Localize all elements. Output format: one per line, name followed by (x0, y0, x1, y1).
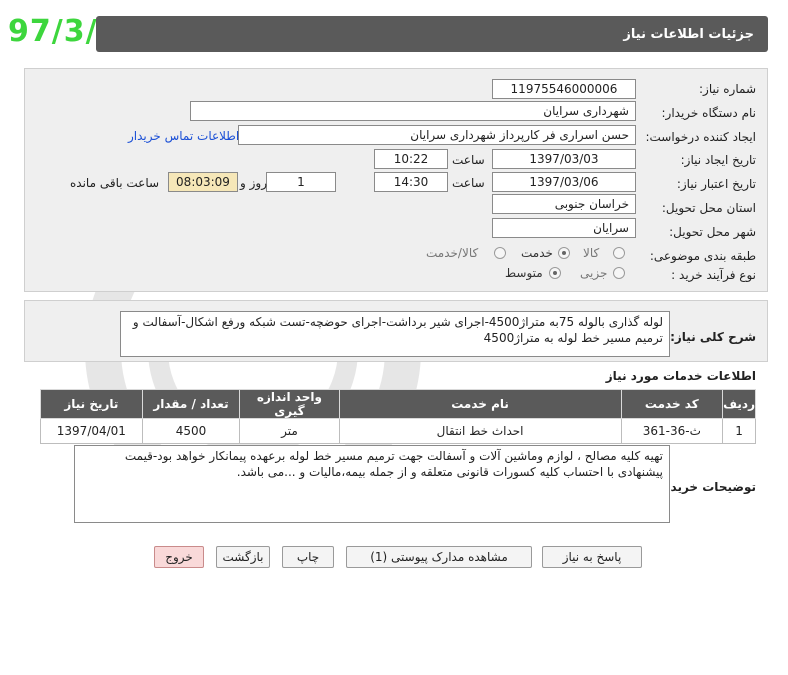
validity-time-label: ساعت (452, 176, 485, 190)
process-medium-radio[interactable] (549, 267, 561, 279)
services-heading: اطلاعات خدمات مورد نیاز (605, 369, 756, 383)
category-service-label: خدمت (521, 246, 553, 260)
requester-label: ایجاد کننده درخواست: (645, 130, 756, 144)
services-table: ردیف کد خدمت نام خدمت واحد اندازه گیری ت… (40, 389, 756, 444)
row-index-cell: 1 (722, 418, 756, 444)
buyer-org-field: شهرداری سرایان (190, 101, 636, 121)
column-header: کد خدمت (620, 389, 724, 419)
city-field: سرایان (492, 218, 636, 238)
print-button[interactable]: چاپ (282, 546, 334, 568)
service-name-cell: احداث خط انتقال (338, 418, 622, 444)
validity-time-field: 14:30 (374, 172, 448, 192)
need-number-field: 11975546000006 (492, 79, 636, 99)
validity-date-label: تاریخ اعتبار نیاز: (676, 177, 756, 191)
summary-text: لوله گذاری بالوله 75به متراژ4500-اجرای ش… (120, 311, 670, 357)
category-goods-label: کالا (583, 246, 600, 260)
category-both-radio[interactable] (494, 247, 506, 259)
exit-button[interactable]: خروج (154, 546, 204, 568)
reply-button[interactable]: پاسخ به نیاز (542, 546, 642, 568)
summary-label: شرح کلی نیاز: (670, 330, 756, 344)
need-number-label: شماره نیاز: (699, 82, 756, 96)
created-time-label: ساعت (452, 153, 485, 167)
requester-field: حسن اسراری فر کارپرداز شهرداری سرایان (238, 125, 636, 145)
city-label: شهر محل تحویل: (669, 225, 756, 239)
category-goods-radio[interactable] (613, 247, 625, 259)
unit-cell: متر (239, 418, 340, 444)
need-date-cell: 1397/04/01 (40, 418, 143, 444)
created-date-label: تاریخ ایجاد نیاز: (680, 153, 756, 167)
remaining-time-field: 08:03:09 (168, 172, 238, 192)
column-header: تاریخ نیاز (40, 389, 143, 419)
created-date-field: 1397/03/03 (492, 149, 636, 169)
page-title: جزئیات اطلاعات نیاز (96, 16, 768, 52)
category-service-radio[interactable] (558, 247, 570, 259)
process-label: نوع فرآیند خرید : (671, 268, 756, 282)
province-label: استان محل تحویل: (661, 201, 756, 215)
days-remaining-field: 1 (266, 172, 336, 192)
province-field: خراسان جنوبی (492, 194, 636, 214)
back-button[interactable]: بازگشت (216, 546, 270, 568)
category-both-label: کالا/خدمت (426, 246, 479, 260)
buyer-org-label: نام دستگاه خریدار: (661, 106, 757, 120)
service-code-cell: ث-36-361 (620, 418, 724, 444)
column-header: ردیف (722, 389, 756, 419)
buyer-notes-text: تهیه کلیه مصالح ، لوازم وماشین آلات و آس… (74, 445, 670, 523)
process-minor-label: جزیی (580, 266, 608, 280)
buyer-contact-link[interactable]: اطلاعات تماس خریدار (128, 129, 239, 143)
view-attachments-button[interactable]: مشاهده مدارک پیوستی (1) (346, 546, 532, 568)
process-minor-radio[interactable] (613, 267, 625, 279)
days-label: روز و (240, 176, 267, 190)
process-medium-label: متوسط (505, 266, 543, 280)
created-time-field: 10:22 (374, 149, 448, 169)
remaining-time-label: ساعت باقی مانده (70, 176, 160, 190)
table-row: 1 ث-36-361 احداث خط انتقال متر 4500 1397… (40, 418, 756, 444)
column-header: تعداد / مقدار (141, 389, 241, 419)
category-label: طبقه بندی موضوعی: (649, 249, 756, 263)
validity-date-field: 1397/03/06 (492, 172, 636, 192)
column-header: نام خدمت (338, 389, 622, 419)
column-header: واحد اندازه گیری (239, 389, 340, 419)
quantity-cell: 4500 (141, 418, 241, 444)
